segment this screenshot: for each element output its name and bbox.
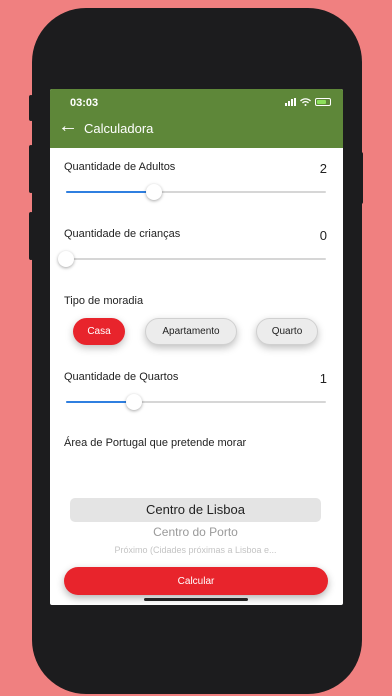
page-title: Calculadora (84, 121, 154, 136)
adults-slider[interactable] (66, 184, 326, 200)
housing-option-quarto[interactable]: Quarto (256, 318, 318, 345)
rooms-value: 1 (319, 371, 327, 386)
slider-thumb[interactable] (58, 251, 74, 267)
slider-fill (66, 401, 134, 403)
volume-down-button (29, 212, 33, 260)
volume-up-button (29, 145, 33, 193)
rooms-label: Quantidade de Quartos (64, 371, 179, 383)
mute-switch (29, 95, 33, 121)
signal-icon (285, 98, 296, 106)
housing-label: Tipo de moradia (64, 295, 144, 307)
adults-label: Quantidade de Adultos (64, 161, 176, 173)
rooms-slider[interactable] (66, 394, 326, 410)
status-icons (285, 98, 331, 106)
slider-thumb[interactable] (146, 184, 163, 200)
power-button (359, 152, 363, 204)
slider-fill (66, 191, 155, 193)
area-label: Área de Portugal que pretende morar (64, 437, 247, 449)
area-option[interactable]: Centro do Porto (70, 525, 321, 539)
home-indicator (144, 598, 248, 601)
app-header: 03:03 ← Calculadora (50, 89, 343, 148)
app-screen: 03:03 ← Calculadora Quantidade de Adulto… (50, 89, 343, 605)
area-option-selected[interactable]: Centro de Lisboa (70, 498, 321, 522)
status-time: 03:03 (70, 97, 99, 109)
children-label: Quantidade de crianças (64, 228, 181, 240)
area-option[interactable]: Próximo (Cidades próximas a Lisboa e... (70, 545, 321, 555)
slider-thumb[interactable] (125, 394, 142, 410)
housing-option-apartamento[interactable]: Apartamento (145, 318, 237, 345)
housing-option-casa[interactable]: Casa (73, 318, 125, 345)
back-arrow-icon[interactable]: ← (58, 116, 78, 136)
battery-icon (315, 98, 331, 106)
calculate-button[interactable]: Calcular (64, 567, 328, 595)
wifi-icon (300, 98, 311, 106)
children-value: 0 (319, 228, 327, 243)
slider-track (66, 258, 326, 260)
adults-value: 2 (319, 161, 327, 176)
children-slider[interactable] (58, 251, 326, 267)
